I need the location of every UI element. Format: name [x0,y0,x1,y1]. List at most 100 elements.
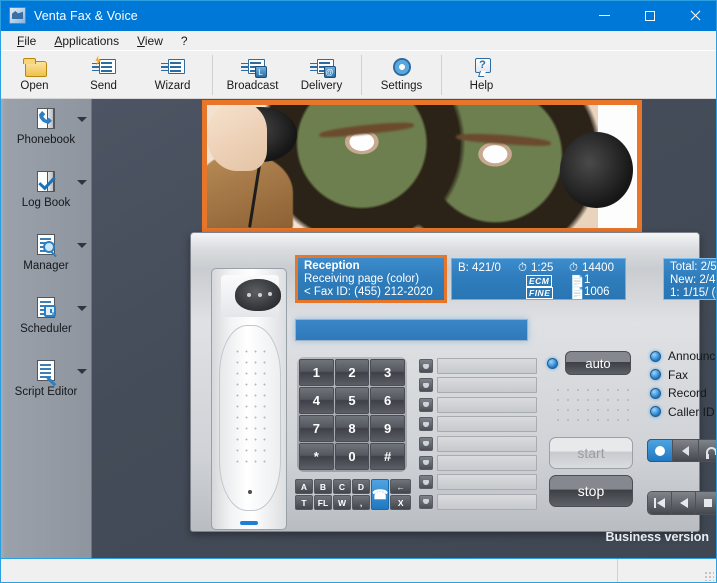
chevron-down-icon[interactable] [77,117,87,122]
memory-slot[interactable] [419,357,539,375]
announcement-indicator[interactable] [650,350,661,362]
close-button[interactable] [672,0,717,31]
record-mode-button[interactable] [647,439,673,462]
speaker-mode-button[interactable] [673,439,699,462]
toolbar-open[interactable]: Open [0,52,69,98]
key-0[interactable]: 0 [334,443,370,470]
slot-field[interactable] [437,474,537,491]
slot-record-icon[interactable] [419,359,433,373]
memory-slot[interactable] [419,493,539,511]
sidebar-item-logbook-label: Log Book [21,197,71,209]
key-star[interactable]: * [299,443,334,470]
sidebar-item-logbook[interactable]: Log Book [0,162,92,225]
duration-icon: ⏱ [518,262,527,274]
toolbar-help[interactable]: ? Help [447,52,516,98]
memory-slot[interactable] [419,415,539,433]
toolbar-delivery[interactable]: @ Delivery [287,52,356,98]
slot-field[interactable] [437,396,537,413]
baud-value: B: 421/0 [458,262,501,274]
chevron-down-icon[interactable] [77,369,87,374]
fn-key-a[interactable]: A [295,479,313,494]
toolbar-send-label: Send [90,79,117,92]
auto-button[interactable]: auto [565,351,631,375]
key-9[interactable]: 9 [370,415,405,442]
memory-slot[interactable] [419,454,539,472]
fn-key-d[interactable]: D [352,479,370,494]
toolbar-separator-1 [212,54,213,95]
clear-button[interactable]: X [390,495,412,510]
slot-record-icon[interactable] [419,475,433,490]
slot-record-icon[interactable] [419,417,433,432]
toolbar-send[interactable]: Send [69,52,138,98]
slot-field[interactable] [437,377,537,394]
stop-button[interactable]: stop [549,475,633,507]
option-fax[interactable]: Fax [643,366,717,385]
menu-applications[interactable]: Applications [45,32,128,50]
toolbar-broadcast[interactable]: L Broadcast [218,52,287,98]
minimize-button[interactable] [582,0,627,31]
number-display[interactable] [295,319,528,341]
key-4[interactable]: 4 [299,387,334,414]
key-hash[interactable]: # [370,443,405,470]
rewind-button[interactable] [672,492,696,514]
option-record[interactable]: Record [643,384,717,403]
fn-key-w[interactable]: W [333,495,351,510]
sidebar-item-scheduler[interactable]: Scheduler [0,288,92,351]
chevron-down-icon[interactable] [77,180,87,185]
fn-key-c[interactable]: C [333,479,351,494]
call-button[interactable]: ☎ [371,479,390,510]
dial-keypad: 1 2 3 4 5 6 7 8 9 * 0 # [297,357,407,472]
key-8[interactable]: 8 [334,415,370,442]
wizard-icon [160,55,186,79]
record-indicator[interactable] [650,387,661,399]
backspace-button[interactable]: ← [390,479,412,494]
toolbar-wizard[interactable]: Wizard [138,52,207,98]
caller-id-indicator[interactable] [650,406,661,418]
key-7[interactable]: 7 [299,415,334,442]
slot-record-icon[interactable] [419,436,433,451]
resize-grip-icon[interactable] [704,570,714,581]
fax-indicator[interactable] [650,369,661,381]
slot-field[interactable] [437,416,537,433]
memory-slot[interactable] [419,396,539,414]
maximize-button[interactable] [627,0,672,31]
sidebar-item-script-editor[interactable]: Script Editor [0,351,92,414]
sidebar-item-phonebook[interactable]: Phonebook [0,99,92,162]
auto-mode-indicator[interactable] [547,357,558,369]
sidebar-item-manager[interactable]: Manager [0,225,92,288]
option-caller-id[interactable]: Caller ID [643,403,717,422]
slot-field[interactable] [437,358,537,374]
slot-field[interactable] [437,454,537,471]
memory-slot[interactable] [419,473,539,491]
memory-slot[interactable] [419,376,539,394]
headphones-mode-button[interactable] [699,439,717,462]
slot-record-icon[interactable] [419,397,433,412]
menu-help[interactable]: ? [172,32,197,50]
slot-field[interactable] [437,493,537,510]
handset[interactable] [211,268,287,530]
toolbar-settings[interactable]: Settings [367,52,436,98]
slot-field[interactable] [437,435,537,452]
skip-back-button[interactable] [648,492,672,514]
key-1[interactable]: 1 [299,359,334,386]
key-2[interactable]: 2 [334,359,370,386]
fn-key-comma[interactable]: , [352,495,370,510]
control-cluster: auto Announcement Fax Record [547,349,717,521]
start-button[interactable]: start [549,437,633,469]
fn-key-fl[interactable]: FL [314,495,332,510]
menu-view[interactable]: View [128,32,172,50]
memory-slot[interactable] [419,435,539,453]
slot-record-icon[interactable] [419,378,433,393]
stop-playback-button[interactable] [696,492,717,514]
chevron-down-icon[interactable] [77,306,87,311]
key-5[interactable]: 5 [334,387,370,414]
key-6[interactable]: 6 [370,387,405,414]
option-announcement[interactable]: Announcement [643,347,717,366]
slot-record-icon[interactable] [419,494,433,509]
menu-file[interactable]: File [8,32,45,50]
chevron-down-icon[interactable] [77,243,87,248]
slot-record-icon[interactable] [419,455,433,470]
key-3[interactable]: 3 [370,359,405,386]
fn-key-b[interactable]: B [314,479,332,494]
fn-key-t[interactable]: T [295,495,313,510]
